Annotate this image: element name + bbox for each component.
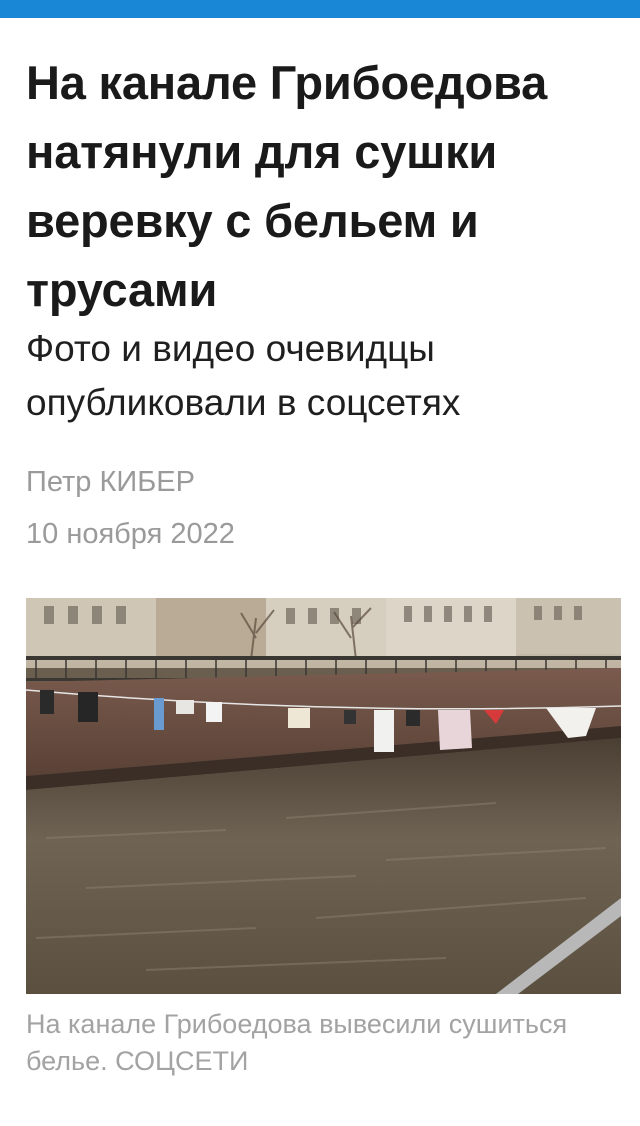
article-subheadline: Фото и видео очевидцы опубликовали в соц…	[26, 328, 461, 423]
article-headline: На канале Грибоедова натянули для сушки …	[26, 56, 548, 316]
article-author[interactable]: Петр КИБЕР	[26, 462, 195, 502]
article-date: 10 ноября 2022	[26, 518, 235, 550]
top-accent-bar	[0, 0, 640, 18]
photo-caption: На канале Грибоедова вывесили сушиться б…	[26, 1009, 568, 1076]
article-photo[interactable]	[26, 598, 621, 994]
